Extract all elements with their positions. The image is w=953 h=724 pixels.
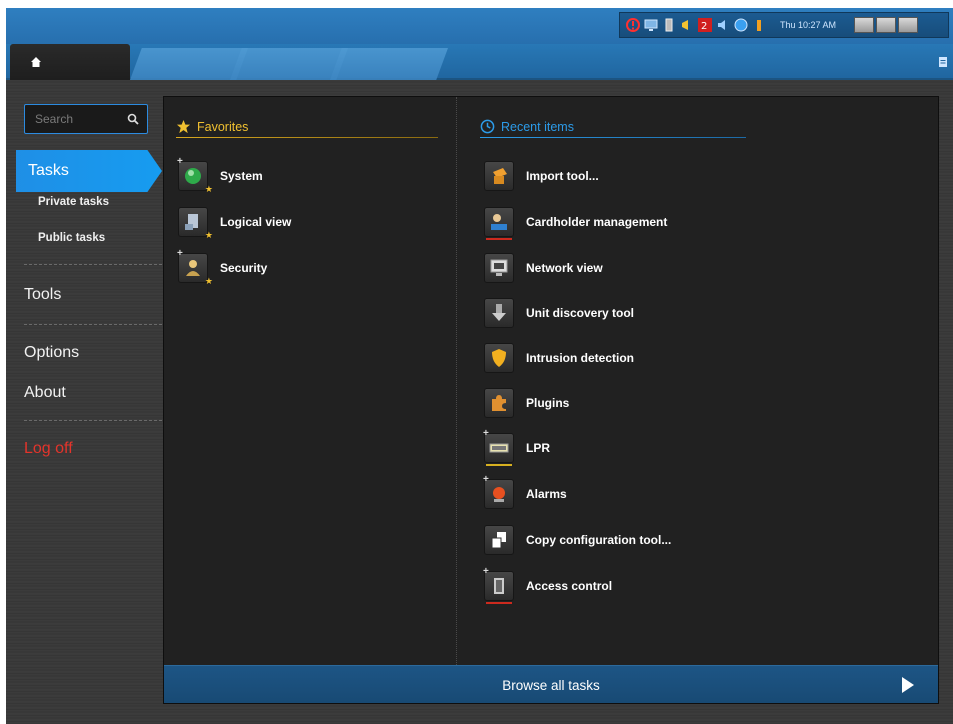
recent-item-label: Plugins [526, 396, 570, 410]
network-monitor-icon [484, 253, 514, 283]
tab-strip [6, 44, 953, 80]
recent-items-underline [480, 137, 746, 138]
browse-all-tasks-label: Browse all tasks [502, 678, 600, 693]
recent-item-import-tool[interactable]: Import tool... [484, 161, 599, 191]
signal-icon[interactable] [752, 18, 766, 32]
favorite-item-security[interactable]: + ★ Security [177, 248, 268, 286]
system-tray: 2 Thu 10:27 AM [619, 12, 949, 38]
network-alert-icon[interactable]: 2 [698, 18, 712, 32]
alarm-light-icon: + [483, 474, 514, 509]
puzzle-icon [484, 388, 514, 418]
favorites-underline [176, 137, 438, 138]
favorite-item-system[interactable]: + ★ System [177, 156, 263, 194]
column-divider [456, 97, 457, 665]
favorites-header: Favorites [176, 119, 248, 134]
recent-item-copy-configuration-tool[interactable]: Copy configuration tool... [484, 525, 671, 555]
door-icon: + [483, 566, 514, 604]
recent-item-label: Unit discovery tool [526, 306, 635, 320]
sidebar-item-about[interactable]: About [24, 384, 66, 402]
main-panel: Favorites + ★ System ★ Logical view + ★ [163, 96, 939, 704]
sidebar-item-logoff[interactable]: Log off [24, 440, 73, 458]
sidebar-item-tools[interactable]: Tools [24, 286, 61, 304]
recent-item-label: Network view [526, 261, 603, 275]
import-box-icon [484, 161, 514, 191]
document-icon[interactable] [937, 56, 949, 68]
window-controls [854, 17, 919, 33]
sidebar-item-public-tasks[interactable]: Public tasks [38, 232, 105, 244]
sidebar-item-private-tasks[interactable]: Private tasks [38, 196, 109, 208]
app-window: 2 Thu 10:27 AM Search Tasks Private task… [6, 8, 953, 724]
maximize-button[interactable] [876, 17, 897, 33]
security-user-icon: + ★ [177, 248, 213, 286]
copy-icon [484, 525, 514, 555]
recent-item-lpr[interactable]: + LPR [483, 428, 550, 466]
favorite-item-label: Security [220, 261, 268, 275]
recent-item-label: Alarms [526, 487, 567, 501]
recent-item-intrusion-detection[interactable]: Intrusion detection [484, 343, 634, 373]
alert-icon[interactable] [626, 18, 640, 32]
favorite-item-label: System [220, 169, 263, 183]
recent-item-label: Import tool... [526, 169, 599, 183]
recent-item-cardholder-management[interactable]: Cardholder management [484, 207, 668, 240]
globe-icon: + ★ [177, 156, 213, 194]
recent-item-label: Intrusion detection [526, 351, 634, 365]
favorites-title: Favorites [197, 119, 249, 134]
megaphone-icon[interactable] [680, 18, 694, 32]
search-box [24, 104, 148, 134]
recent-item-plugins[interactable]: Plugins [484, 388, 569, 418]
settings-button[interactable] [898, 17, 919, 33]
browse-all-tasks-button[interactable]: Browse all tasks [164, 665, 938, 703]
license-plate-icon: + [483, 428, 514, 466]
clock-icon [480, 119, 495, 134]
monitor-icon[interactable] [644, 18, 658, 32]
recent-item-label: Copy configuration tool... [526, 533, 672, 547]
recent-item-network-view[interactable]: Network view [484, 253, 603, 283]
recent-item-alarms[interactable]: + Alarms [483, 474, 567, 509]
download-arrow-icon [484, 298, 514, 328]
recent-item-unit-discovery-tool[interactable]: Unit discovery tool [484, 298, 634, 328]
sidebar-item-tasks[interactable]: Tasks [16, 150, 162, 192]
cardholder-icon [484, 207, 514, 240]
tab-empty-3[interactable] [330, 48, 448, 80]
sidebar-divider [24, 264, 162, 265]
play-arrow-icon [902, 677, 914, 693]
sidebar-item-tasks-label: Tasks [28, 162, 69, 179]
tab-empty-2[interactable] [230, 48, 348, 80]
favorite-item-logical-view[interactable]: ★ Logical view [178, 207, 292, 240]
search-icon[interactable] [127, 113, 139, 125]
sidebar-divider [24, 420, 162, 421]
home-icon [31, 57, 41, 67]
sidebar-divider [24, 324, 162, 325]
recent-item-label: LPR [526, 441, 550, 455]
svg-text:2: 2 [701, 21, 707, 32]
tab-home[interactable] [10, 44, 130, 80]
recent-items-title: Recent items [501, 119, 574, 134]
sidebar-item-options[interactable]: Options [24, 344, 79, 362]
tab-empty-1[interactable] [130, 48, 248, 80]
minimize-button[interactable] [854, 17, 875, 33]
star-icon [176, 119, 191, 134]
favorite-item-label: Logical view [220, 215, 292, 229]
tray-clock: Thu 10:27 AM [780, 20, 837, 30]
recent-item-access-control[interactable]: + Access control [483, 566, 613, 604]
volume-icon[interactable] [716, 18, 730, 32]
battery-icon[interactable] [662, 18, 676, 32]
globe-icon[interactable] [734, 18, 748, 32]
title-bar: 2 Thu 10:27 AM [6, 8, 953, 44]
recent-item-label: Cardholder management [526, 215, 668, 229]
shield-icon [484, 343, 514, 373]
logical-tree-icon: ★ [178, 207, 213, 240]
recent-item-label: Access control [526, 579, 613, 593]
recent-items-header: Recent items [480, 119, 574, 134]
